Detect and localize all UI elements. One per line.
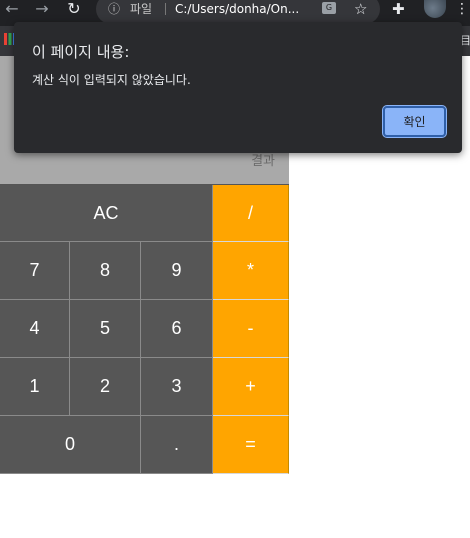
star-icon[interactable]: ☆ bbox=[354, 0, 367, 18]
info-icon[interactable]: ⓘ bbox=[108, 0, 120, 18]
minus-button[interactable]: - bbox=[213, 300, 289, 358]
address-separator bbox=[165, 3, 166, 15]
translate-icon[interactable]: G bbox=[322, 2, 336, 14]
multiply-button[interactable]: * bbox=[213, 242, 289, 300]
equals-button[interactable]: = bbox=[213, 416, 289, 474]
menu-icon[interactable]: ⋮ bbox=[455, 0, 469, 18]
one-button[interactable]: 1 bbox=[0, 358, 70, 416]
plus-button[interactable]: + bbox=[213, 358, 289, 416]
four-button[interactable]: 4 bbox=[0, 300, 70, 358]
dot-button[interactable]: . bbox=[141, 416, 213, 474]
ok-button[interactable]: 확인 bbox=[382, 105, 447, 138]
two-button[interactable]: 2 bbox=[70, 358, 141, 416]
extensions-icon[interactable]: ✚ bbox=[392, 0, 405, 18]
zero-button[interactable]: 0 bbox=[0, 416, 141, 474]
nine-button[interactable]: 9 bbox=[141, 242, 213, 300]
seven-button[interactable]: 7 bbox=[0, 242, 70, 300]
clear-button[interactable]: AC bbox=[0, 185, 213, 242]
eight-button[interactable]: 8 bbox=[70, 242, 141, 300]
alert-message: 계산 식이 입력되지 않았습니다. bbox=[32, 73, 191, 87]
page-label: 파일 bbox=[130, 2, 153, 16]
profile-avatar[interactable] bbox=[424, 0, 446, 18]
six-button[interactable]: 6 bbox=[141, 300, 213, 358]
five-button[interactable]: 5 bbox=[70, 300, 141, 358]
alert-title: 이 페이지 내용: bbox=[32, 43, 130, 61]
alert-dialog: 이 페이지 내용: 계산 식이 입력되지 않았습니다. 확인 bbox=[14, 22, 462, 153]
three-button[interactable]: 3 bbox=[141, 358, 213, 416]
address-url[interactable]: C:/Users/donha/On... bbox=[175, 0, 299, 18]
back-arrow-icon[interactable]: ← bbox=[2, 0, 22, 18]
reload-icon[interactable]: ↻ bbox=[64, 0, 84, 18]
forward-arrow-icon[interactable]: → bbox=[32, 0, 52, 18]
divide-button[interactable]: / bbox=[213, 185, 289, 242]
